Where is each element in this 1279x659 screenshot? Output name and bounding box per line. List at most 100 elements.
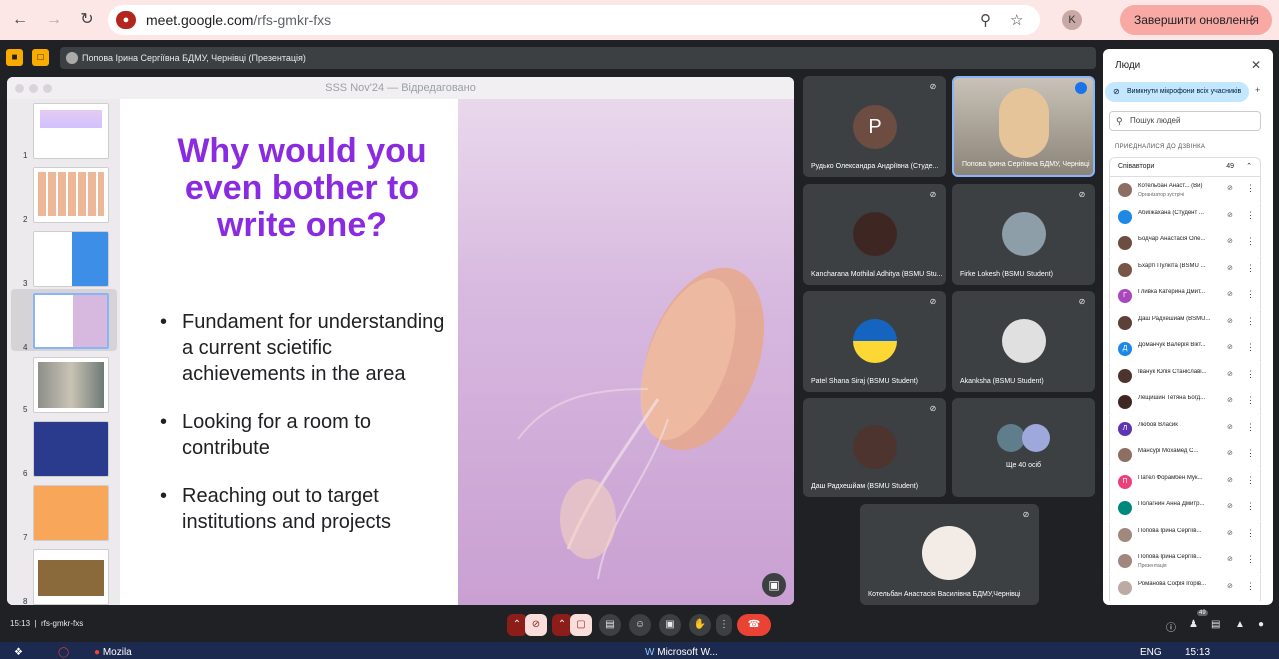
- people-icon[interactable]: ♟: [1189, 619, 1198, 630]
- taskbar-item[interactable]: W Microsoft W...: [645, 647, 718, 658]
- document-icon[interactable]: □: [32, 49, 49, 66]
- more-options-icon[interactable]: ⋮: [1246, 475, 1255, 486]
- participant-list-item[interactable]: Бхарті Пулкіта (BSMU ... ⊘ ⋮: [1109, 256, 1261, 283]
- more-options-icon[interactable]: ⋮: [1246, 554, 1255, 565]
- slide-thumb-5[interactable]: [33, 357, 109, 413]
- participant-list-item[interactable]: Полагнин Анна Дмитр... ⊘ ⋮: [1109, 495, 1261, 521]
- participant-list-item[interactable]: Д Доманчук Валерія Вікт... ⊘ ⋮: [1109, 336, 1261, 362]
- participant-tile[interactable]: ⊘ Patel Shana Siraj (BSMU Student): [803, 291, 946, 392]
- opera-icon[interactable]: ◯: [58, 647, 69, 658]
- more-options-icon[interactable]: ⋮: [1246, 395, 1255, 406]
- mic-off-icon[interactable]: ⊘: [1227, 264, 1233, 272]
- slide-thumb-7[interactable]: [33, 485, 109, 541]
- back-icon[interactable]: ←: [10, 10, 30, 30]
- mic-off-icon[interactable]: ⊘: [1227, 476, 1233, 484]
- mic-off-icon[interactable]: ⊘: [1227, 237, 1233, 245]
- mic-off-icon[interactable]: ⊘: [1227, 290, 1233, 298]
- more-options-icon[interactable]: ⋮: [1246, 263, 1255, 274]
- participant-list-item[interactable]: Романова Софія Ігорів... ⊘ ⋮: [1109, 574, 1261, 601]
- slide-thumb-8[interactable]: [33, 549, 109, 605]
- zoom-icon[interactable]: ⚲: [980, 11, 991, 29]
- more-options-icon[interactable]: ⋮: [1246, 528, 1255, 539]
- participant-list-item[interactable]: П Пател Форамбен Мук... ⊘ ⋮: [1109, 468, 1261, 495]
- participant-tile[interactable]: ⊘ Firke Lokesh (BSMU Student): [952, 184, 1095, 285]
- participant-list-item[interactable]: Лещишин Тетяна Богд... ⊘ ⋮: [1109, 389, 1261, 415]
- leave-call-button[interactable]: ☎: [737, 614, 771, 636]
- mic-off-icon[interactable]: ⊘: [1227, 582, 1233, 590]
- participant-list-item[interactable]: Бодчар Анастасія Оле... ⊘ ⋮: [1109, 230, 1261, 256]
- close-dot[interactable]: [15, 84, 24, 93]
- mic-off-icon[interactable]: ⊘: [1227, 370, 1233, 378]
- taskbar-clock[interactable]: 15:13: [1185, 647, 1210, 658]
- video-options-chevron-icon[interactable]: ⌃: [552, 614, 572, 636]
- more-options-icon[interactable]: ⋮: [1246, 581, 1255, 592]
- mic-off-icon[interactable]: ⊘: [1227, 396, 1233, 404]
- participant-list-item[interactable]: Г Гливка Катерина Дмит... ⊘ ⋮: [1109, 283, 1261, 309]
- update-button[interactable]: Завершити оновлення ⋮: [1120, 5, 1272, 35]
- windows-start-icon[interactable]: ❖: [14, 647, 23, 658]
- people-search-input[interactable]: ⚲ Пошук людей: [1109, 111, 1261, 131]
- emoji-button[interactable]: ☺: [629, 614, 651, 636]
- slide-thumb-3[interactable]: [33, 231, 109, 287]
- forward-icon[interactable]: →: [44, 10, 64, 30]
- close-icon[interactable]: ✕: [1251, 58, 1261, 72]
- address-bar[interactable]: ● meet.google.com/rfs-gmkr-fxs ⚲ ☆: [108, 5, 1040, 35]
- participant-tile-speaking[interactable]: Попова Ірина Сергіївна БДМУ, Чернівці: [952, 76, 1095, 177]
- mic-off-icon[interactable]: ⊘: [1227, 502, 1233, 510]
- more-options-icon[interactable]: ⋮: [1246, 448, 1255, 459]
- mic-off-icon[interactable]: ⊘: [1227, 529, 1233, 537]
- media-icon[interactable]: [1030, 10, 1050, 30]
- participant-list-item[interactable]: Попова Ірина Сергіїв... Презентація ⊘ ⋮: [1109, 548, 1261, 574]
- mic-off-icon[interactable]: ⊘: [1227, 449, 1233, 457]
- more-options-icon[interactable]: ⋮: [1246, 501, 1255, 512]
- lock-icon[interactable]: ●: [1258, 619, 1264, 630]
- more-options-icon[interactable]: ⋮: [1246, 183, 1255, 194]
- add-person-icon[interactable]: +: [1255, 85, 1260, 95]
- participant-list-item[interactable]: Котельбан Анаст... (Ви) Організатор зустр…: [1109, 177, 1261, 203]
- slide-thumb-4[interactable]: [33, 293, 109, 349]
- audio-options-chevron-icon[interactable]: ⌃: [507, 614, 527, 636]
- mic-off-icon[interactable]: ⊘: [1227, 211, 1233, 219]
- more-options-icon[interactable]: ⋮: [1246, 422, 1255, 433]
- reload-icon[interactable]: ↻: [77, 10, 97, 30]
- language-indicator[interactable]: ENG: [1140, 647, 1162, 658]
- people-group-header[interactable]: Співавтори 49 ⌃: [1109, 157, 1261, 177]
- image-icon[interactable]: ▣: [762, 573, 786, 597]
- more-participants-tile[interactable]: Ще 40 осіб: [952, 398, 1095, 497]
- participant-tile[interactable]: ⊘ Akanksha (BSMU Student): [952, 291, 1095, 392]
- camera-off-button[interactable]: ▢: [570, 614, 592, 636]
- present-button[interactable]: ▣: [659, 614, 681, 636]
- folder-icon[interactable]: ■: [6, 49, 23, 66]
- more-options-icon[interactable]: ⋮: [1246, 289, 1255, 300]
- participant-tile[interactable]: ⊘ Котельбан Анастасія Василівна БДМУ,Чер…: [860, 504, 1039, 605]
- profile-avatar[interactable]: K: [1062, 10, 1082, 30]
- participant-list-item[interactable]: Даш Радхешйам (BSMU... ⊘ ⋮: [1109, 309, 1261, 336]
- mic-off-icon[interactable]: ⊘: [1227, 343, 1233, 351]
- more-options-icon[interactable]: ⋮: [1246, 316, 1255, 327]
- participant-list-item[interactable]: Мансурі Мохамед С... ⊘ ⋮: [1109, 442, 1261, 468]
- zoom-dot[interactable]: [43, 84, 52, 93]
- more-options-icon[interactable]: ⋮: [1246, 236, 1255, 247]
- participant-list-item[interactable]: Іванук Юлія Станіславі... ⊘ ⋮: [1109, 362, 1261, 389]
- mic-off-icon[interactable]: ⊘: [1227, 317, 1233, 325]
- more-options-icon[interactable]: ⋮: [1246, 369, 1255, 380]
- mic-off-button[interactable]: ⊘: [525, 614, 547, 636]
- raise-hand-button[interactable]: ✋: [689, 614, 711, 636]
- mic-off-icon[interactable]: ⊘: [1227, 423, 1233, 431]
- captions-button[interactable]: ▤: [599, 614, 621, 636]
- participant-list-item[interactable]: Попова Ірина Сергіїв... ⊘ ⋮: [1109, 521, 1261, 548]
- activities-icon[interactable]: ▲: [1235, 619, 1245, 630]
- participant-list-item[interactable]: Л Любов Власик ⊘ ⋮: [1109, 415, 1261, 442]
- mic-off-icon[interactable]: ⊘: [1227, 555, 1233, 563]
- mic-off-icon[interactable]: ⊘: [1227, 184, 1233, 192]
- more-options-icon[interactable]: ⋮: [716, 614, 732, 636]
- more-options-icon[interactable]: ⋮: [1246, 210, 1255, 221]
- chat-icon[interactable]: ▤: [1211, 619, 1220, 630]
- participant-tile[interactable]: ⊘ Даш Радхешйам (BSMU Student): [803, 398, 946, 497]
- slide-thumb-2[interactable]: [33, 167, 109, 223]
- participant-tile[interactable]: ⊘ Kancharana Mothilal Adhitya (BSMU Stu.…: [803, 184, 946, 285]
- slide-thumb-6[interactable]: [33, 421, 109, 477]
- info-icon[interactable]: ⓘ: [1166, 619, 1176, 634]
- minimize-dot[interactable]: [29, 84, 38, 93]
- participant-list-item[interactable]: Абиїжахана (Студент ... ⊘ ⋮: [1109, 203, 1261, 230]
